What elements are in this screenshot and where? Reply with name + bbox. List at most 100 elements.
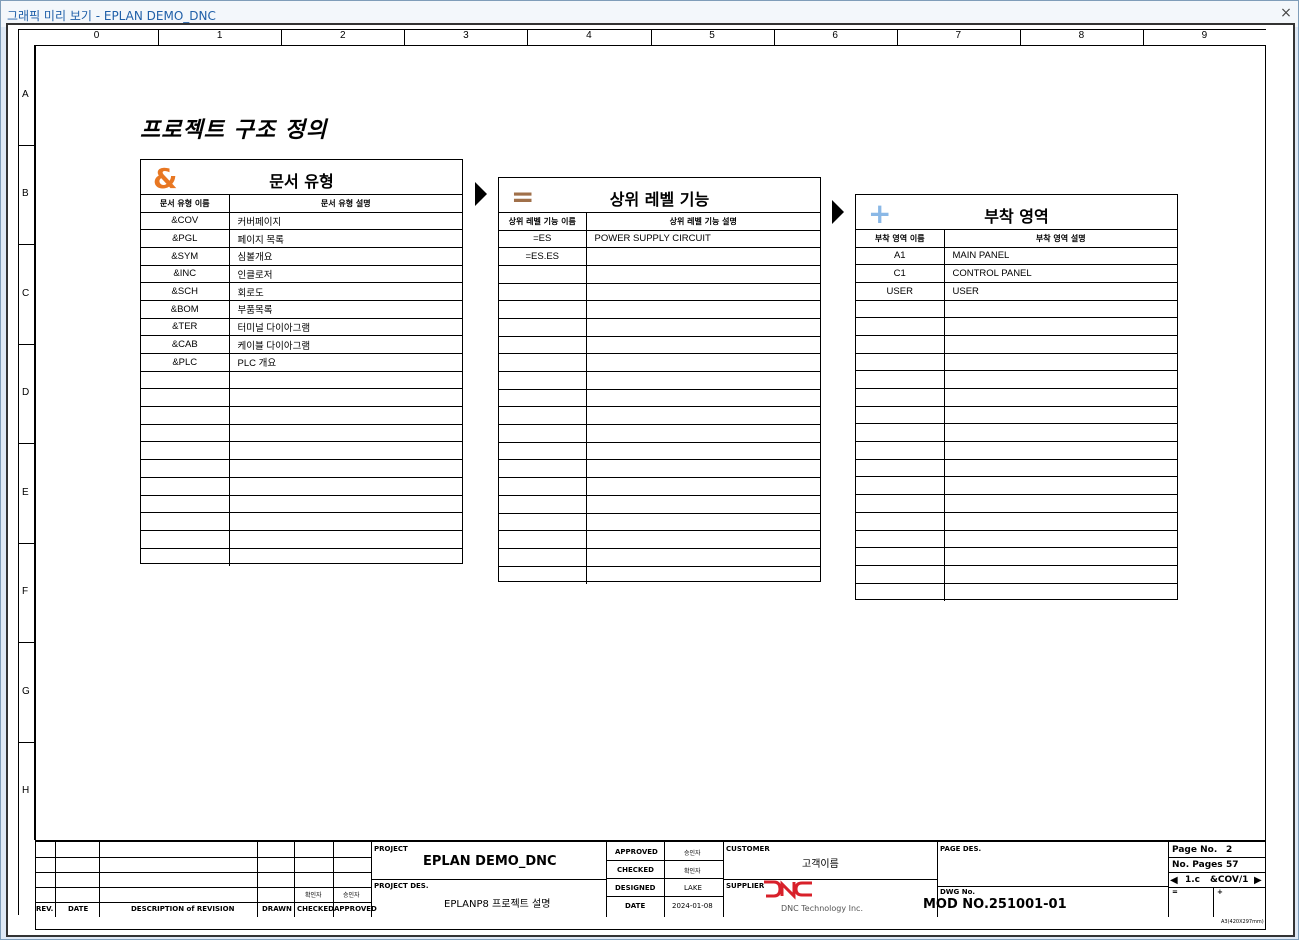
- row-name-cell: C1: [856, 264, 945, 283]
- table-row: [141, 423, 462, 442]
- row-name-cell: &COV: [141, 211, 230, 230]
- row-description-cell: 케이블 다이아그램: [229, 335, 462, 354]
- row-name-cell: &BOM: [141, 299, 230, 319]
- column-label: 1: [216, 30, 223, 41]
- row-description-cell: 인클로저: [229, 264, 462, 283]
- supplier-label: SUPPLIER: [726, 882, 765, 890]
- row-name-cell: [141, 406, 230, 425]
- table-row: USER USER: [856, 281, 1177, 301]
- table-row: [499, 565, 820, 584]
- row-label: E: [22, 486, 29, 498]
- date-value: 2024-01-08: [672, 902, 713, 910]
- row-name-cell: [499, 282, 587, 301]
- table-row: [141, 459, 462, 478]
- table-row: [141, 529, 462, 549]
- row-description-cell: [944, 582, 1177, 601]
- row-description-cell: [944, 476, 1177, 495]
- approved-value: 승인자: [684, 850, 701, 857]
- row-description-cell: POWER SUPPLY CIRCUIT: [586, 229, 820, 248]
- row-name-cell: [499, 371, 587, 390]
- row-description-cell: [586, 264, 820, 284]
- table-row: [141, 441, 462, 460]
- row-name-cell: [856, 529, 945, 548]
- column-header: 부착 영역 설명: [944, 230, 1177, 248]
- row-name-cell: [856, 334, 945, 354]
- row-description-cell: [586, 441, 820, 460]
- approver-kr: 승인자: [343, 892, 360, 899]
- table-row: [856, 352, 1177, 371]
- row-name-cell: [856, 582, 945, 601]
- row-name-cell: [856, 564, 945, 584]
- row-name-cell: [856, 476, 945, 495]
- table-row: [856, 423, 1177, 442]
- row-name-cell: =ES.ES: [499, 247, 587, 266]
- row-description-cell: [229, 441, 462, 460]
- row-description-cell: USER: [944, 281, 1177, 301]
- triangle-right-icon: [832, 200, 844, 224]
- next-page-icon[interactable]: ▶: [1254, 875, 1262, 886]
- table-row: [499, 282, 820, 301]
- row-name-cell: A1: [856, 246, 945, 265]
- row-name-cell: [141, 370, 230, 389]
- row-description-cell: [586, 477, 820, 496]
- row-description-cell: [944, 547, 1177, 566]
- row-label: F: [22, 586, 29, 598]
- row-description-cell: [944, 334, 1177, 354]
- rev-header: REV.: [36, 905, 54, 913]
- row-name-cell: [499, 512, 587, 531]
- prev-page-icon[interactable]: ◀: [1170, 875, 1178, 886]
- column-header: 문서 유형 설명: [229, 195, 462, 213]
- table-row: [499, 512, 820, 531]
- row-name-cell: [499, 264, 587, 284]
- close-icon[interactable]: ×: [1278, 5, 1294, 21]
- row-name-cell: [141, 529, 230, 549]
- row-name-cell: [141, 423, 230, 442]
- table-row: [499, 388, 820, 407]
- row-name-cell: [499, 459, 587, 478]
- row-name-cell: [499, 547, 587, 567]
- row-description-cell: 부품목록: [229, 299, 462, 319]
- table-row: A1 MAIN PANEL: [856, 246, 1177, 265]
- project-des-value: EPLANP8 프로젝트 설명: [444, 899, 551, 910]
- row-description-cell: [229, 423, 462, 442]
- row-label: D: [22, 387, 30, 399]
- customer-value: 고객이름: [802, 859, 839, 870]
- row-name-cell: [856, 547, 945, 566]
- row-name-cell: [499, 335, 587, 354]
- column-ruler: 0 1 2 3 4 5 6 7 8 9: [18, 29, 1266, 45]
- row-name-cell: [499, 353, 587, 372]
- column-label: 4: [586, 30, 592, 41]
- table-row: [141, 370, 462, 389]
- row-description-cell: [586, 317, 820, 337]
- row-description-cell: [944, 511, 1177, 530]
- panel-header: & 문서 유형: [141, 160, 462, 195]
- table-row: [141, 494, 462, 513]
- row-description-cell: 터미널 다이아그램: [229, 317, 462, 336]
- column-header: 상위 레벨 기능 이름: [499, 213, 587, 231]
- row-description-cell: [944, 529, 1177, 548]
- row-description-cell: [944, 388, 1177, 407]
- table-row: [856, 388, 1177, 407]
- row-label: G: [22, 685, 30, 697]
- row-description-cell: [944, 564, 1177, 584]
- row-ruler: A B C D E F G H: [18, 45, 35, 840]
- row-description-cell: MAIN PANEL: [944, 246, 1177, 265]
- row-name-cell: [856, 441, 945, 460]
- table-row: [856, 317, 1177, 336]
- checked-value: 확인자: [684, 868, 701, 875]
- table-row: [856, 441, 1177, 460]
- row-name-cell: [856, 388, 945, 407]
- drawn-header: DRAWN: [262, 905, 292, 913]
- row-name-cell: [856, 494, 945, 513]
- row-label: A: [22, 88, 29, 100]
- table-row: [499, 477, 820, 496]
- row-name-cell: [499, 388, 587, 407]
- row-name-cell: [141, 476, 230, 495]
- table-row: &BOM 부품목록: [141, 299, 462, 319]
- checked-label: CHECKED: [617, 866, 654, 874]
- row-name-cell: [499, 530, 587, 549]
- table-row: [499, 371, 820, 390]
- table-row: [499, 335, 820, 354]
- table-row: [856, 564, 1177, 584]
- row-name-cell: [141, 388, 230, 407]
